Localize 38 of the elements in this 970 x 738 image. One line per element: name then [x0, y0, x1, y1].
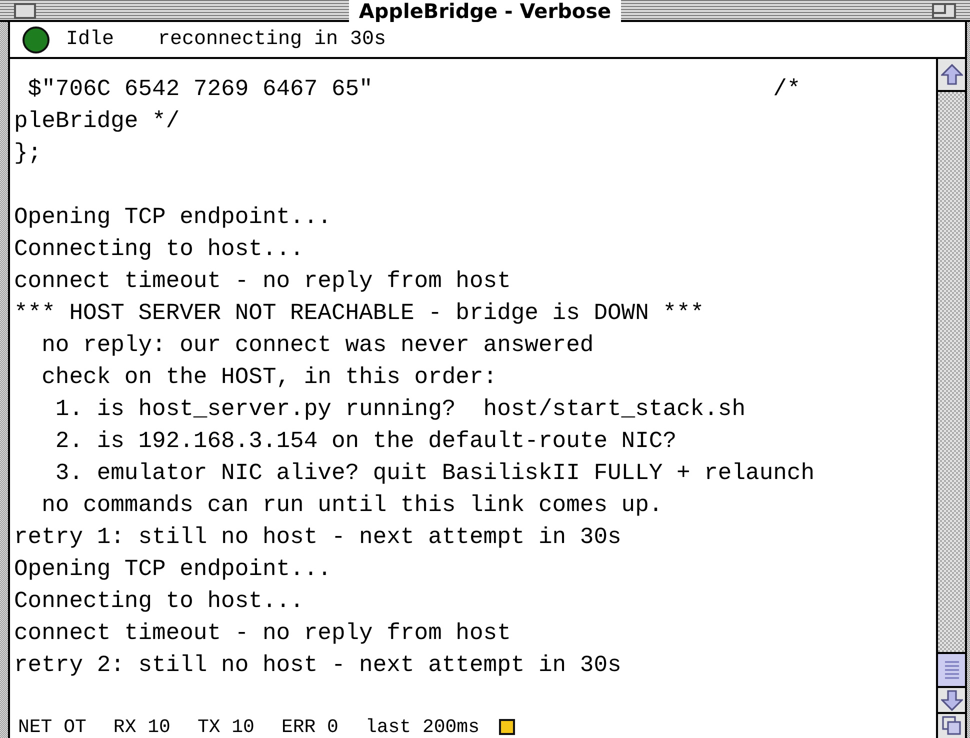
up-arrow-icon: [940, 64, 962, 85]
stat-text: NET OT: [18, 717, 86, 737]
log-line: no reply: our connect was never answered: [40, 331, 594, 360]
status-message: reconnecting in 30s: [158, 28, 386, 52]
log-line: *** HOST SERVER NOT REACHABLE - bridge is DOWN ***: [14, 299, 704, 328]
stat-text: RX 10: [113, 717, 170, 737]
log-line: connect timeout - no reply from host: [14, 267, 511, 296]
log-line: retry 1: still no host - next attempt in 30s: [14, 523, 622, 552]
log-line: 2. is 192.168.3.154 on the default-route NIC?: [54, 427, 677, 456]
grow-box[interactable]: [938, 714, 965, 738]
log-line: Connecting to host...: [14, 235, 304, 264]
grip-lines-icon: [944, 660, 958, 680]
window-title: AppleBridge - Verbose: [348, 0, 622, 22]
resize-squares-icon: [942, 716, 962, 736]
stat-text: last 200ms: [365, 717, 480, 737]
down-arrow-icon: [940, 690, 962, 710]
log-line: 1. is host_server.py running? host/start_stack.sh: [54, 395, 746, 424]
stat-text: ERR 0: [281, 717, 338, 737]
log-line: };: [14, 139, 42, 168]
scroll-up-button[interactable]: [938, 59, 965, 92]
scroll-down-button[interactable]: [938, 688, 965, 714]
log-line: $"706C 6542 7269 6467 65" /*: [26, 75, 801, 104]
log-line: no commands can run until this link comes up.: [40, 491, 663, 520]
activity-indicator-icon: [498, 719, 514, 735]
log-line: 3. emulator NIC alive? quit BasiliskII FULLY + relaunch: [54, 459, 815, 488]
log-line: Connecting to host...: [14, 587, 304, 616]
log-line: check on the HOST, in this order:: [40, 363, 498, 392]
close-box-button[interactable]: [14, 3, 36, 19]
log-line: Opening TCP endpoint...: [14, 555, 332, 584]
log-line: Opening TCP endpoint...: [14, 203, 332, 232]
stat-text: TX 10: [197, 717, 254, 737]
log-line: connect timeout - no reply from host: [14, 619, 511, 648]
log-line: retry 2: still no host - next attempt in 30s: [14, 651, 622, 680]
scroll-thumb[interactable]: [938, 652, 965, 688]
log-line: pleBridge */: [14, 107, 180, 136]
status-label: Idle: [66, 28, 114, 52]
zoom-box-button[interactable]: [932, 3, 956, 19]
status-dot-icon: [22, 26, 50, 54]
